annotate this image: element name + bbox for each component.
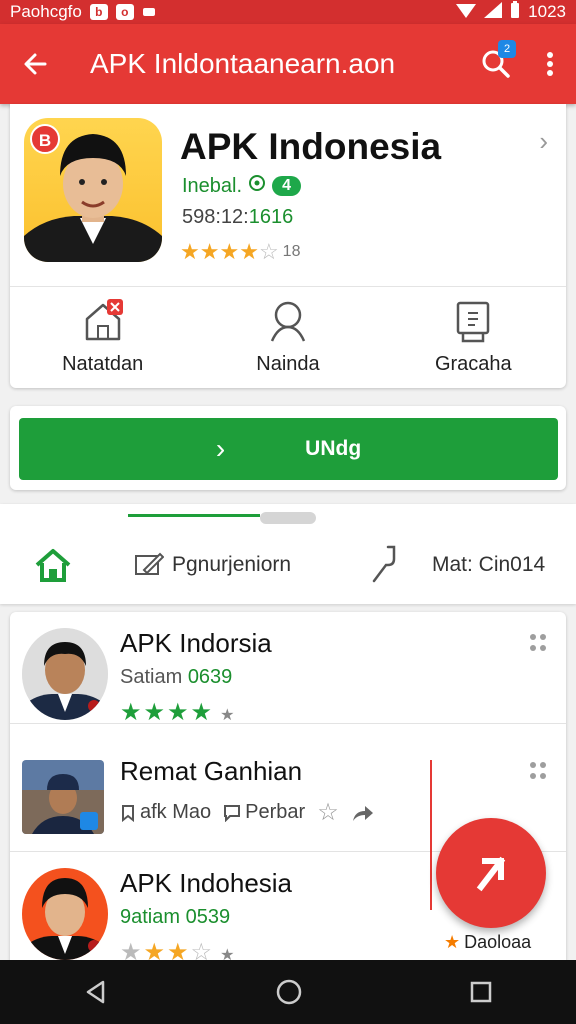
back-arrow-icon bbox=[24, 53, 47, 75]
nav-recents-icon[interactable] bbox=[469, 980, 493, 1004]
search-button[interactable]: 2 bbox=[468, 24, 524, 104]
item-name: APK Indorsia bbox=[120, 628, 272, 658]
star-outline-icon: ☆ bbox=[258, 239, 279, 264]
fab-label: ★ Daoloaa bbox=[444, 932, 531, 953]
edit-icon bbox=[135, 552, 164, 575]
verified-icon bbox=[248, 174, 266, 198]
avatar bbox=[22, 760, 104, 834]
install-card: › UNdg bbox=[10, 406, 566, 490]
battery-icon bbox=[510, 0, 520, 24]
star-icon: ★ bbox=[180, 239, 200, 264]
item-name: Remat Ganhian bbox=[120, 756, 303, 786]
item-sub-value: 0539 bbox=[185, 906, 231, 928]
avatar bbox=[22, 628, 108, 720]
install-button[interactable]: › UNdg bbox=[19, 418, 558, 480]
book-icon bbox=[457, 301, 490, 343]
item-subtitle: 9atiam 0539 bbox=[120, 906, 230, 929]
nav-back-icon[interactable] bbox=[83, 979, 109, 1005]
person-icon bbox=[270, 301, 306, 342]
signal-icon bbox=[484, 1, 503, 23]
developer-row[interactable]: Inebal. 4 bbox=[182, 174, 301, 198]
list-item[interactable]: APK Indorsia Satiam 0639 ★★★★ ★ bbox=[10, 612, 566, 726]
app-bar-title: APK Inldontaanearn.aon bbox=[90, 48, 396, 79]
comment-icon bbox=[224, 804, 241, 822]
action-label: Natatdan bbox=[62, 353, 144, 375]
developer-badge: 4 bbox=[272, 176, 301, 196]
star-icon: ★ bbox=[199, 239, 220, 264]
app-name: APK Indonesia bbox=[180, 126, 442, 167]
share-icon[interactable] bbox=[351, 803, 375, 823]
meta-a-label: afk Mao bbox=[140, 801, 212, 823]
tab-bar: Pgnurjeniorn Mat: Cin014 bbox=[0, 504, 576, 604]
download-value: 1616 bbox=[248, 206, 294, 228]
meta-link-a[interactable]: afk Mao bbox=[120, 801, 211, 824]
wifi-icon bbox=[456, 2, 477, 23]
notification-icon: b bbox=[89, 4, 108, 20]
bookmark-icon bbox=[122, 804, 134, 822]
rating-count: 18 bbox=[282, 243, 301, 260]
key-icon bbox=[372, 545, 396, 583]
action-person[interactable]: Nainda bbox=[195, 287, 380, 388]
app-actions: Natatdan Nainda Gracaha bbox=[10, 287, 566, 388]
divider bbox=[430, 760, 432, 910]
item-sub-prefix: 9atiam bbox=[120, 906, 186, 928]
clock-text: 1023 bbox=[528, 2, 566, 21]
item-meta: afk Mao Perbar ☆ bbox=[120, 798, 375, 827]
download-count: 598:12:1616 bbox=[182, 206, 293, 229]
action-home[interactable]: Natatdan bbox=[10, 287, 195, 388]
item-name: APK Indohesia bbox=[120, 868, 293, 898]
drag-handle[interactable] bbox=[260, 512, 316, 524]
item-rating-mark: ★ bbox=[220, 707, 235, 724]
chevron-right-icon[interactable]: › bbox=[539, 126, 548, 157]
star-icon: ★ bbox=[239, 239, 259, 264]
app-corner-badge: B bbox=[30, 124, 60, 154]
item-subtitle: Satiam 0639 bbox=[120, 666, 232, 689]
action-label: Gracaha bbox=[434, 353, 512, 375]
star-icon: ★ bbox=[219, 239, 240, 264]
tab-key[interactable] bbox=[370, 545, 400, 585]
item-sub-prefix: Satiam bbox=[120, 666, 188, 688]
meta-b-label: Perbar bbox=[245, 801, 306, 823]
tab-home[interactable] bbox=[34, 547, 72, 583]
home-icon bbox=[35, 549, 71, 582]
avatar bbox=[22, 868, 108, 960]
star-outline-icon[interactable]: ☆ bbox=[317, 798, 339, 827]
drag-handle-icon[interactable] bbox=[530, 762, 548, 780]
app-icon[interactable]: B bbox=[24, 118, 162, 262]
nav-home-icon[interactable] bbox=[275, 978, 303, 1006]
rating-stars: ★ ★ ★ ★ ☆ 18 bbox=[180, 239, 300, 265]
install-label: UNdg bbox=[305, 437, 362, 460]
tab-edit[interactable]: Pgnurjeniorn bbox=[134, 552, 291, 578]
app-bar: APK Inldontaanearn.aon 2 bbox=[0, 24, 576, 104]
status-bar: Paohcgfo b o 1023 bbox=[0, 0, 576, 24]
app-info-card: B APK Indonesia Inebal. 4 598:12:1616 ★ … bbox=[10, 104, 566, 388]
meta-link-b[interactable]: Perbar bbox=[223, 801, 305, 824]
tab-label: Mat: Cin014 bbox=[432, 553, 546, 576]
chevron-right-icon: › bbox=[215, 433, 226, 464]
message-icon bbox=[142, 2, 156, 22]
tab-indicator bbox=[128, 514, 260, 517]
home-badge-icon bbox=[85, 299, 123, 341]
tab-label: Pgnurjeniorn bbox=[172, 553, 292, 576]
item-rating: ★★★★ ★ bbox=[120, 699, 235, 726]
drag-handle-icon[interactable] bbox=[530, 634, 548, 652]
status-carrier-text: Paohcgfo bbox=[10, 2, 82, 21]
star-icon: ★ bbox=[444, 932, 461, 952]
action-label: Nainda bbox=[256, 353, 320, 375]
download-prefix: 598:12: bbox=[182, 206, 249, 228]
tab-mat[interactable]: Mat: Cin014 bbox=[432, 553, 545, 577]
developer-name: Inebal. bbox=[182, 174, 243, 197]
item-sub-value: 0639 bbox=[187, 666, 233, 688]
overflow-menu-button[interactable] bbox=[524, 24, 576, 104]
back-button[interactable] bbox=[0, 24, 70, 104]
notification-icon: o bbox=[115, 4, 134, 20]
arrow-up-right-icon bbox=[476, 856, 506, 892]
search-badge: 2 bbox=[498, 40, 516, 58]
more-vert-icon bbox=[547, 52, 553, 76]
download-fab[interactable] bbox=[436, 818, 546, 928]
fab-label-text: Daoloaa bbox=[464, 932, 532, 952]
navigation-bar bbox=[0, 960, 576, 1024]
action-book[interactable]: Gracaha bbox=[381, 287, 566, 388]
